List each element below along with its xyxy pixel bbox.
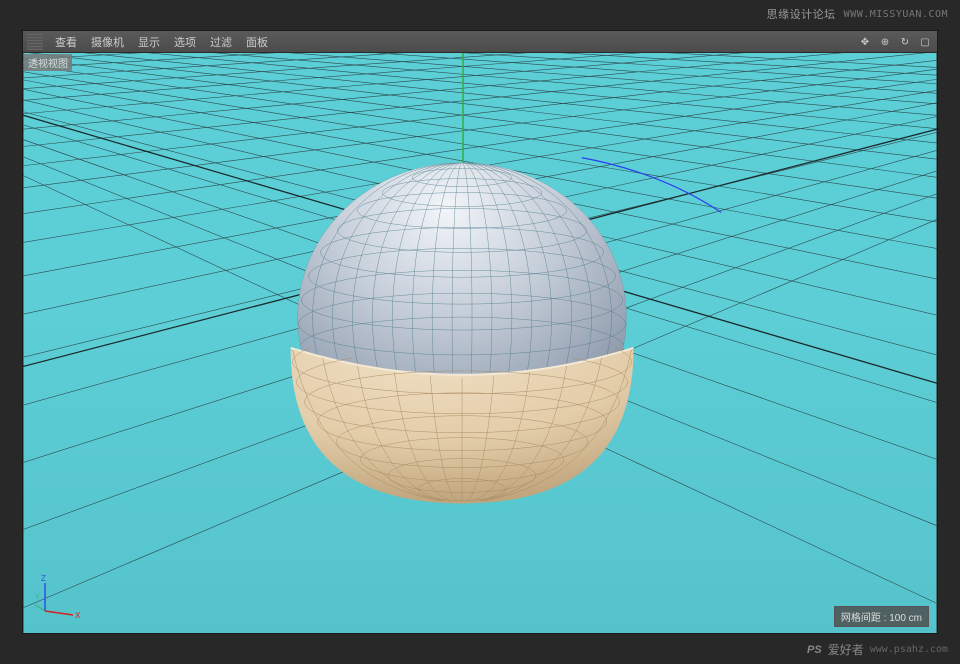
- maximize-icon[interactable]: ▢: [917, 34, 933, 50]
- menu-panel[interactable]: 面板: [240, 32, 274, 52]
- view-label: 透视视图: [24, 54, 72, 71]
- viewport-frame: 查看 摄像机 显示 选项 过滤 面板 ✥ ⊕ ↻ ▢ 透视视图: [22, 30, 938, 634]
- menu-display[interactable]: 显示: [132, 32, 166, 52]
- render-canvas: [23, 53, 937, 633]
- watermark-top-url: WWW.MISSYUAN.COM: [844, 9, 948, 20]
- axis-gizmo[interactable]: X Z Y: [35, 571, 85, 621]
- watermark-bottom: PS 爱好者 www.psahz.com: [807, 641, 948, 658]
- axis-y-label: Y: [35, 594, 40, 601]
- menu-options[interactable]: 选项: [168, 32, 202, 52]
- rotate-tool-icon[interactable]: ↻: [897, 34, 913, 50]
- menu-view[interactable]: 查看: [49, 32, 83, 52]
- axis-x-label: X: [75, 611, 81, 620]
- watermark-top-label: 思缘设计论坛: [767, 6, 836, 22]
- menu-filter[interactable]: 过滤: [204, 32, 238, 52]
- axis-z-label: Z: [41, 574, 46, 583]
- grid-icon[interactable]: [27, 34, 43, 50]
- move-tool-icon[interactable]: ✥: [857, 34, 873, 50]
- grid-spacing-status: 网格间距 : 100 cm: [834, 606, 929, 627]
- toolbar-right-controls: ✥ ⊕ ↻ ▢: [857, 31, 933, 53]
- viewport-toolbar: 查看 摄像机 显示 选项 过滤 面板 ✥ ⊕ ↻ ▢: [23, 31, 937, 53]
- watermark-top: 思缘设计论坛 WWW.MISSYUAN.COM: [767, 6, 948, 22]
- watermark-logo: PS: [807, 644, 822, 656]
- zoom-tool-icon[interactable]: ⊕: [877, 34, 893, 50]
- menu-camera[interactable]: 摄像机: [85, 32, 130, 52]
- watermark-bottom-url: www.psahz.com: [870, 644, 948, 655]
- watermark-cn: 爱好者: [828, 641, 864, 658]
- viewport-3d[interactable]: X Z Y 网格间距 : 100 cm: [23, 53, 937, 633]
